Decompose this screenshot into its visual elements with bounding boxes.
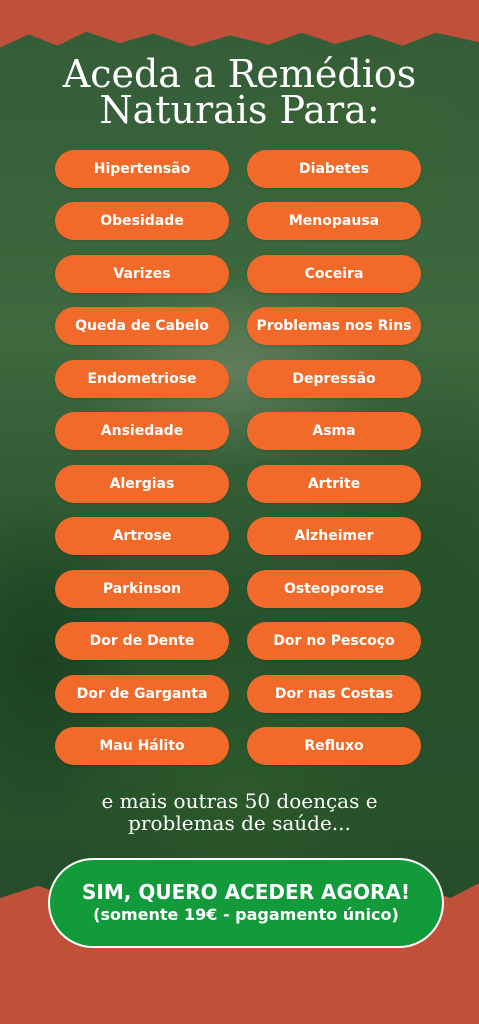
condition-pill-hipertensao: Hipertensão: [55, 150, 229, 188]
condition-pill-dor-nas-costas: Dor nas Costas: [247, 675, 421, 713]
title-line-2: Naturais Para:: [99, 88, 380, 132]
condition-pill-dor-de-dente: Dor de Dente: [55, 622, 229, 660]
condition-pill-asma: Asma: [247, 412, 421, 450]
condition-pill-queda-de-cabelo: Queda de Cabelo: [55, 307, 229, 345]
footnote-line-1: e mais outras 50 doenças e: [101, 789, 378, 813]
condition-pill-refluxo: Refluxo: [247, 727, 421, 765]
condition-pill-mau-halito: Mau Hálito: [55, 727, 229, 765]
condition-pill-varizes: Varizes: [55, 255, 229, 293]
condition-pill-diabetes: Diabetes: [247, 150, 421, 188]
condition-pill-menopausa: Menopausa: [247, 202, 421, 240]
condition-pill-osteoporose: Osteoporose: [247, 570, 421, 608]
condition-pill-obesidade: Obesidade: [55, 202, 229, 240]
more-conditions-note: e mais outras 50 doenças e problemas de …: [0, 790, 479, 834]
condition-pill-dor-no-pescoco: Dor no Pescoço: [247, 622, 421, 660]
footnote-line-2: problemas de saúde...: [128, 811, 351, 835]
condition-pill-alergias: Alergias: [55, 465, 229, 503]
condition-pill-endometriose: Endometriose: [55, 360, 229, 398]
page-title: Aceda a Remédios Naturais Para:: [0, 52, 479, 132]
title-line-1: Aceda a Remédios: [62, 52, 417, 96]
condition-pill-alzheimer: Alzheimer: [247, 517, 421, 555]
condition-pill-coceira: Coceira: [247, 255, 421, 293]
condition-pill-dor-de-garganta: Dor de Garganta: [55, 675, 229, 713]
cta-main-label: SIM, QUERO ACEDER AGORA!: [82, 880, 410, 904]
access-now-button[interactable]: SIM, QUERO ACEDER AGORA! (somente 19€ - …: [48, 858, 444, 948]
cta-price-label: (somente 19€ - pagamento único): [93, 905, 399, 924]
condition-pill-artrose: Artrose: [55, 517, 229, 555]
condition-pill-depressao: Depressão: [247, 360, 421, 398]
condition-pill-parkinson: Parkinson: [55, 570, 229, 608]
condition-pill-ansiedade: Ansiedade: [55, 412, 229, 450]
condition-pill-artrite: Artrite: [247, 465, 421, 503]
condition-pill-problemas-nos-rins: Problemas nos Rins: [247, 307, 421, 345]
